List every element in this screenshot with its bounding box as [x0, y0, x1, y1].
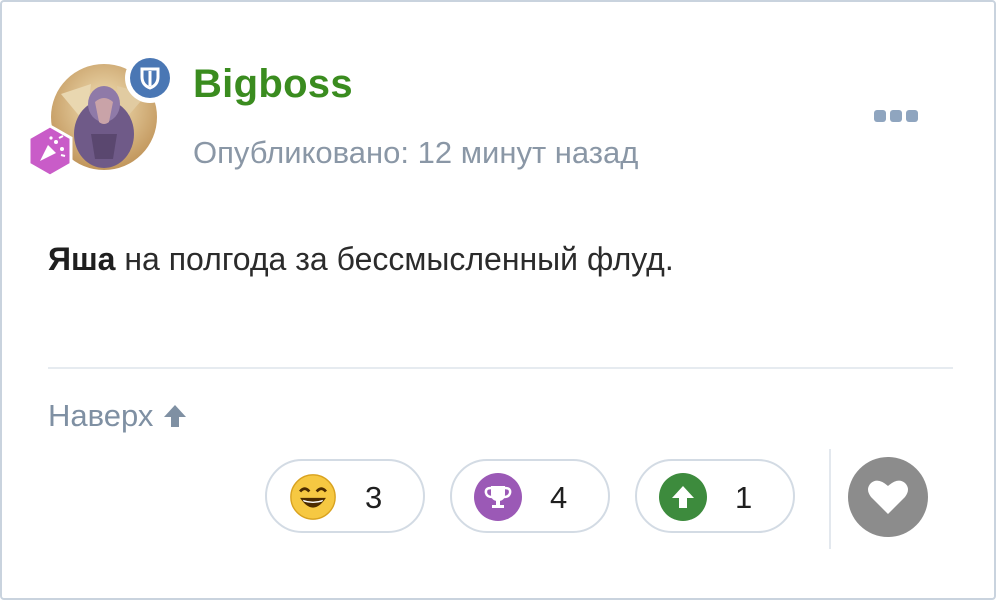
published-time: Опубликовано: 12 минут назад: [193, 135, 639, 170]
reaction-count: 1: [735, 480, 753, 515]
reaction-count: 4: [550, 480, 568, 515]
dot-icon: [906, 110, 918, 122]
party-popper-badge-icon: [22, 123, 78, 179]
like-button[interactable]: [848, 457, 928, 537]
username-link[interactable]: Bigboss: [193, 62, 353, 107]
post-text: на полгода за бессмысленный флуд.: [115, 241, 674, 277]
post-content: Яша на полгода за бессмысленный флуд.: [48, 241, 674, 278]
shield-icon: [130, 58, 170, 98]
reaction-laugh[interactable]: 3: [265, 459, 425, 533]
divider: [48, 367, 953, 369]
arrow-up-icon: [164, 405, 187, 427]
heart-icon: [868, 480, 908, 514]
more-options-button[interactable]: [874, 106, 924, 126]
dot-icon: [890, 110, 902, 122]
to-top-link[interactable]: Наверх: [48, 398, 189, 434]
dot-icon: [874, 110, 886, 122]
reaction-separator: [829, 449, 831, 549]
laughing-face-icon: [289, 473, 337, 521]
reaction-trophy[interactable]: 4: [450, 459, 610, 533]
trophy-icon: [474, 473, 522, 521]
moderator-badge: [125, 53, 175, 103]
reaction-count: 3: [365, 480, 383, 515]
upvote-arrow-icon: [659, 473, 707, 521]
to-top-label: Наверх: [48, 398, 154, 433]
reaction-upvote[interactable]: 1: [635, 459, 795, 533]
mentioned-user[interactable]: Яша: [48, 241, 115, 277]
